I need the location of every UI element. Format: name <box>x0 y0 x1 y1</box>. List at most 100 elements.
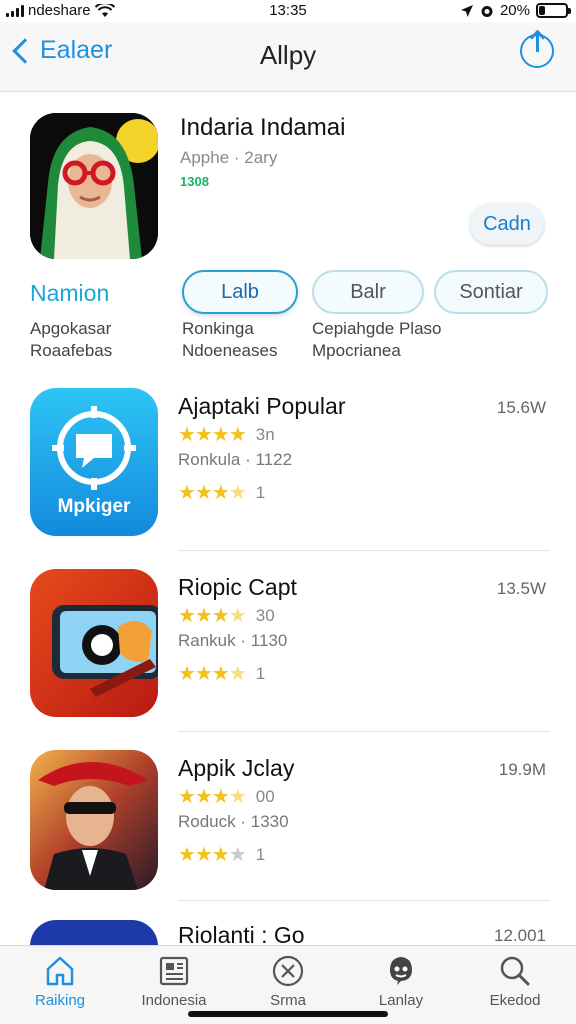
rating-count: 1 <box>255 482 266 502</box>
star-icon: ★ <box>194 663 213 685</box>
hijab-avatar-illustration <box>30 113 158 259</box>
star-icon: ★ <box>228 663 247 685</box>
phone-bird-icon <box>30 569 158 717</box>
tab-lanlay[interactable]: Lanlay <box>346 954 456 1009</box>
star-icon: ★ <box>178 482 196 504</box>
rating-count: 00 <box>255 786 275 806</box>
app-name: Ajaptaki Popular <box>178 393 346 419</box>
star-icons: ★★★★ <box>178 422 247 447</box>
rating-stars: ★★★★ 00 <box>178 784 275 809</box>
battery-fill <box>539 6 545 15</box>
app-list-item[interactable]: Mpkiger Ajaptaki Popular 15.6W ★★★★ 3n Ro… <box>0 388 576 568</box>
divider <box>178 900 550 901</box>
star-icons: ★★★★ <box>178 842 247 867</box>
app-size: 19.9M <box>498 760 546 779</box>
rating-count: 1 <box>255 663 266 683</box>
rating-stars: ★★★★ 3n <box>178 422 275 447</box>
description-line: Roaafebas <box>30 341 113 360</box>
divider <box>178 731 550 732</box>
search-icon <box>500 956 530 986</box>
status-right: 20% <box>460 2 571 19</box>
tab-ranking[interactable]: Raiking <box>5 954 115 1009</box>
star-icons: ★★★★ <box>178 784 247 809</box>
rating-count: 30 <box>255 605 275 625</box>
news-icon <box>159 956 189 986</box>
chat-bubble-icon: Mpkiger <box>30 388 158 536</box>
star-icon: ★ <box>228 424 247 446</box>
star-icons: ★★★★ <box>178 661 247 686</box>
star-icon: ★ <box>194 605 213 627</box>
page-title: Allpy <box>259 40 317 70</box>
segment-description-3: Cepiahgde Plaso Mpocrianea <box>312 318 441 362</box>
tab-ekedod[interactable]: Ekedod <box>460 954 570 1009</box>
app-size: 13.5W <box>496 579 546 598</box>
app-icon-go <box>30 920 158 945</box>
star-icon: ★ <box>211 605 230 627</box>
tab-label: Lanlay <box>378 992 424 1009</box>
featured-app-subtitle: Apphe · 2ary <box>180 148 278 167</box>
rating-stars: ★★★★ 30 <box>178 603 275 628</box>
star-icon: ★ <box>228 786 247 808</box>
description-line: Mpocrianea <box>312 341 401 360</box>
featured-app-icon[interactable] <box>30 113 158 259</box>
app-icon-messenger: Mpkiger <box>30 388 158 536</box>
alarm-icon <box>481 5 493 17</box>
star-icon: ★ <box>178 786 196 808</box>
star-icon: ★ <box>211 844 230 866</box>
tab-label: Ekedod <box>489 992 541 1009</box>
segment-description-2: Ronkinga Ndoeneases <box>182 318 277 362</box>
app-size: 12.001 <box>494 926 546 945</box>
featured-app-tag: 1308 <box>180 174 209 189</box>
star-icon: ★ <box>211 663 230 685</box>
navigation-bar: Ealaer Allpy <box>0 22 576 92</box>
tab-label: Srma <box>270 992 306 1009</box>
star-icon: ★ <box>178 844 196 866</box>
game-icon <box>390 957 412 985</box>
star-icons: ★★★★ <box>178 603 247 628</box>
app-name: Appik Jclay <box>178 755 295 781</box>
home-indicator <box>188 1011 388 1017</box>
segment-option-1[interactable]: Lalb <box>182 270 298 314</box>
app-list-item[interactable]: Riolanti : Go 12.001 <box>0 920 576 945</box>
close-circle-icon <box>272 955 304 987</box>
featured-app-title[interactable]: Indaria Indamai <box>180 114 345 142</box>
app-icon-agent <box>30 750 158 890</box>
section-label: Namion <box>30 280 110 306</box>
status-bar: ndeshare 13:35 20% <box>0 0 576 22</box>
segment-option-2[interactable]: Balr <box>312 270 424 314</box>
segment-option-3[interactable]: Sontiar <box>434 270 548 314</box>
star-icon: ★ <box>228 844 247 866</box>
star-icon: ★ <box>211 786 230 808</box>
rank-text: Ronkula · 1122 <box>178 450 293 469</box>
star-icon: ★ <box>178 424 196 446</box>
rating-stars: ★★★★ 1 <box>178 842 265 867</box>
agent-portrait-icon <box>30 750 158 890</box>
app-name: Riolanti : Go <box>178 922 305 945</box>
rating-count: 1 <box>255 844 266 864</box>
get-button[interactable]: Cadn <box>470 203 544 245</box>
star-icon: ★ <box>228 482 247 504</box>
rating-stars: ★★★★ 1 <box>178 480 265 505</box>
rank-text: Roduck · 1330 <box>178 812 289 831</box>
star-icons: ★★★★ <box>178 480 247 505</box>
app-list-item[interactable]: Appik Jclay 19.9M ★★★★ 00 Roduck · 1330 ★… <box>0 750 576 930</box>
battery-percent: 20% <box>499 2 530 19</box>
home-icon <box>46 956 74 986</box>
star-icon: ★ <box>211 424 230 446</box>
share-icon[interactable] <box>520 32 554 68</box>
rating-count: 3n <box>255 424 275 444</box>
app-icon-text: Mpkiger <box>58 496 131 517</box>
tab-srma[interactable]: Srma <box>233 954 343 1009</box>
description-line: Apgokasar <box>30 319 112 338</box>
star-icon: ★ <box>228 605 247 627</box>
app-icon-camera <box>30 569 158 717</box>
description-line: Cepiahgde Plaso <box>312 319 442 338</box>
app-size: 15.6W <box>496 398 546 417</box>
app-list-item[interactable]: Riopic Capt 13.5W ★★★★ 30 Rankuk · 1130 ★… <box>0 569 576 749</box>
tab-indonesia[interactable]: Indonesia <box>119 954 229 1009</box>
app-name: Riopic Capt <box>178 574 297 600</box>
battery-icon <box>536 3 571 18</box>
location-icon <box>460 4 473 17</box>
segment-description-1: Apgokasar Roaafebas <box>30 318 112 362</box>
star-icon: ★ <box>194 844 213 866</box>
